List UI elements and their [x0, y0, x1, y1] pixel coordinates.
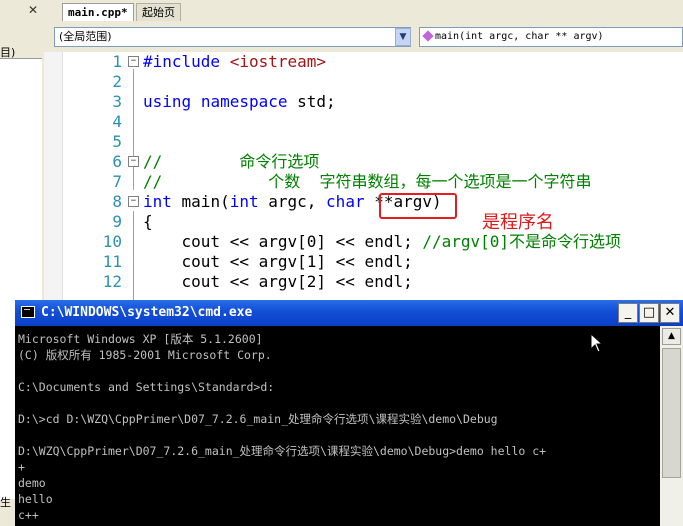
line-number: 10	[102, 232, 122, 251]
code-text: cout << argv[0] << endl; //argv[0]不是命令行选…	[143, 232, 622, 251]
console-line: Microsoft Windows XP [版本 5.1.2600]	[18, 332, 263, 346]
console-line: C:\Documents and Settings\Standard>d:	[18, 380, 275, 394]
line-number: 1	[112, 52, 122, 71]
collapse-icon[interactable]: −	[128, 196, 139, 207]
scope-value: (全局范围)	[59, 30, 112, 43]
code-text: using namespace std;	[143, 92, 336, 111]
document-tab-strip: main.cpp* 起始页	[44, 0, 683, 23]
collapse-icon[interactable]: −	[128, 156, 139, 167]
title-bar[interactable]: C:\WINDOWS\system32\cmd.exe _ □ ✕	[15, 300, 683, 326]
code-line: 9 {	[44, 212, 683, 232]
code-line: 12 cout << argv[2] << endl;	[44, 272, 683, 292]
console-line: D:\WZQ\CppPrimer\D07_7.2.6_main_处理命令行选项\…	[18, 444, 547, 458]
minimize-button[interactable]: _	[618, 303, 638, 323]
maximize-button[interactable]: □	[639, 303, 659, 323]
console-line: hello	[18, 492, 53, 506]
line-number: 7	[112, 172, 122, 191]
line-number: 9	[112, 212, 122, 231]
code-line: 10 cout << argv[0] << endl; //argv[0]不是命…	[44, 232, 683, 252]
console-line: D:\>cd D:\WZQ\CppPrimer\D07_7.2.6_main_处…	[18, 412, 498, 426]
line-number: 11	[102, 252, 122, 271]
code-line: 8 − int main(int argc, char **argv)	[44, 192, 683, 212]
navigation-bar: (全局范围) ▼ main(int argc, char ** argv)	[44, 22, 683, 53]
comment-text: // 命令行选项	[143, 152, 320, 171]
chevron-down-icon[interactable]: ▼	[395, 28, 411, 46]
tab-main-cpp[interactable]: main.cpp*	[62, 3, 134, 21]
code-line: 6 − // 命令行选项	[44, 152, 683, 172]
string-token: <iostream>	[229, 52, 327, 71]
annotation-text: 是程序名	[482, 212, 554, 233]
line-number: 12	[102, 272, 122, 291]
code-text: cout << argv[1] << endl;	[143, 252, 413, 271]
line-number: 8	[112, 192, 122, 211]
code-line: 5	[44, 132, 683, 152]
function-dropdown[interactable]: main(int argc, char ** argv)	[419, 27, 683, 47]
line-number: 4	[112, 112, 122, 131]
argv-highlight-box	[379, 193, 457, 219]
console-line: c++	[18, 508, 39, 522]
code-line: 4	[44, 112, 683, 132]
console-line: (C) 版权所有 1985-2001 Microsoft Corp.	[18, 348, 272, 362]
scope-dropdown[interactable]: (全局范围)	[54, 27, 411, 47]
method-icon	[422, 30, 434, 42]
console-line: +	[18, 460, 25, 474]
window-title: C:\WINDOWS\system32\cmd.exe	[41, 305, 253, 320]
code-line: 7 // 个数 字符串数组，每一个选项是一个字符串	[44, 172, 683, 192]
code-text: {	[143, 212, 153, 231]
console-line: demo	[18, 476, 46, 490]
line-number: 3	[112, 92, 122, 111]
close-button[interactable]: ✕	[660, 303, 680, 323]
pane-bottom-label[interactable]: 生	[0, 494, 11, 510]
console-output[interactable]: Microsoft Windows XP [版本 5.1.2600] (C) 版…	[15, 326, 660, 526]
tab-start-page[interactable]: 起始页	[136, 3, 181, 21]
code-text: cout << argv[2] << endl;	[143, 272, 413, 291]
preprocessor-token: #include	[143, 52, 221, 71]
function-value: main(int argc, char ** argv)	[435, 31, 604, 42]
line-number: 6	[112, 152, 122, 171]
code-line: 3 using namespace std;	[44, 92, 683, 112]
close-icon[interactable]: ✕	[28, 3, 38, 17]
mouse-cursor-icon	[590, 333, 604, 353]
cmd-window[interactable]: C:\WINDOWS\system32\cmd.exe _ □ ✕ Micros…	[15, 300, 683, 526]
line-number: 5	[112, 132, 122, 151]
scroll-up-icon[interactable]: ▲	[662, 328, 681, 345]
vertical-scrollbar[interactable]: ▲	[660, 326, 683, 526]
scroll-thumb[interactable]	[662, 348, 681, 478]
comment-text: // 个数 字符串数组，每一个选项是一个字符串	[143, 172, 592, 191]
code-text: #include <iostream>	[143, 52, 326, 72]
code-line: 2	[44, 72, 683, 92]
code-line: 11 cout << argv[1] << endl;	[44, 252, 683, 272]
code-line: 1 − #include <iostream>	[44, 52, 683, 72]
console-icon	[21, 306, 35, 318]
line-number: 2	[112, 72, 122, 91]
collapse-icon[interactable]: −	[128, 56, 139, 67]
